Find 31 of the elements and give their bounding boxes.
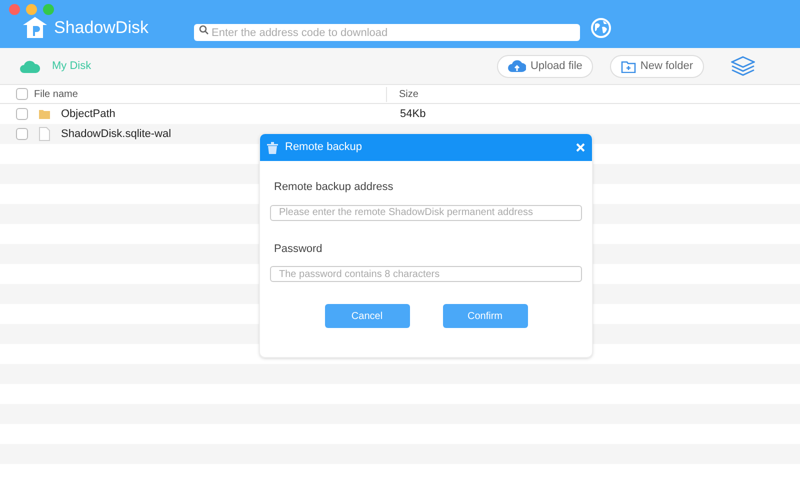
zoom-window-control[interactable]: [43, 4, 54, 15]
file-name[interactable]: ShadowDisk.sqlite-wal: [61, 126, 172, 142]
minimize-window-control[interactable]: [26, 4, 37, 15]
file-icon: [39, 127, 50, 141]
close-icon[interactable]: [576, 143, 585, 152]
new-folder-button[interactable]: New folder: [610, 54, 704, 78]
text-field[interactable]: The password contains 8 characters: [270, 266, 582, 282]
column-header[interactable]: File name: [34, 86, 78, 102]
column-header[interactable]: Size: [399, 86, 418, 102]
globe-icon[interactable]: [590, 18, 610, 38]
field-label: Password: [274, 242, 324, 256]
close-window-control[interactable]: [9, 4, 20, 15]
dialog-title: Remote backup: [285, 140, 362, 156]
trash-icon: [267, 142, 278, 154]
layers-icon[interactable]: [731, 56, 755, 76]
cloud-icon: [20, 60, 40, 72]
text-field[interactable]: Please enter the remote ShadowDisk permanent address: [270, 204, 582, 220]
app-title: ShadowDisk: [54, 17, 148, 40]
checkbox[interactable]: [16, 108, 28, 120]
folder-icon: [39, 109, 50, 119]
upload-file-button[interactable]: Upload file: [497, 54, 594, 78]
file-name[interactable]: ObjectPath: [61, 106, 116, 122]
folder-add-icon: [621, 60, 636, 72]
search-icon: [198, 24, 208, 34]
field-label: Remote backup address: [274, 180, 394, 195]
checkbox[interactable]: [16, 88, 28, 100]
cloud-upload-icon: [508, 60, 526, 72]
search-field[interactable]: Enter the address code to download: [194, 24, 580, 41]
checkbox[interactable]: [16, 128, 28, 140]
logo-icon: [22, 16, 48, 40]
file-size: 54Kb: [400, 106, 426, 122]
